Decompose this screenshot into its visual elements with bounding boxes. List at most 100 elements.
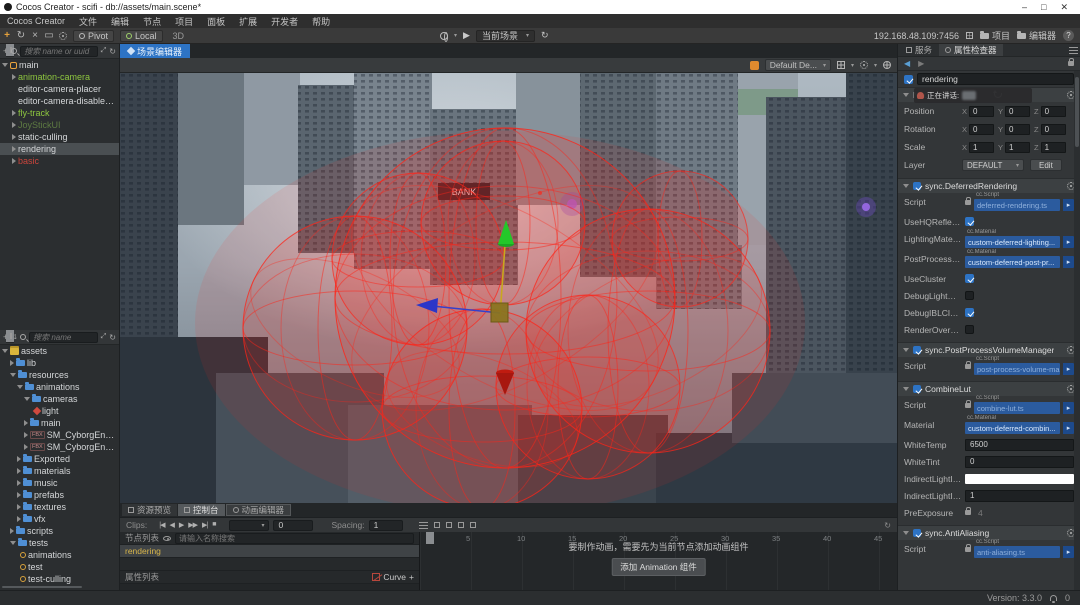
- menu-developer[interactable]: 开发者: [264, 15, 305, 28]
- asset-item-prefabs[interactable]: prefabs: [0, 489, 119, 501]
- asset-picker-icon[interactable]: ▸: [1063, 363, 1074, 375]
- rotation-z-input[interactable]: 0: [1040, 123, 1066, 135]
- collapse-arrow-icon[interactable]: [903, 184, 909, 188]
- scale-z-input[interactable]: 1: [1040, 141, 1066, 153]
- collapse-arrow-icon[interactable]: [24, 397, 30, 401]
- component-deferred-rendering[interactable]: sync.DeferredRendering: [898, 178, 1080, 193]
- rect-tool-icon[interactable]: ▭: [42, 30, 56, 41]
- history-forward-button[interactable]: ▶: [918, 59, 924, 68]
- menu-help[interactable]: 帮助: [305, 15, 337, 28]
- asset-item-scripts[interactable]: scripts: [0, 525, 119, 537]
- layer-edit-button[interactable]: Edit: [1030, 159, 1062, 171]
- white-temp-input[interactable]: 6500: [965, 438, 1074, 451]
- lock-icon[interactable]: [1068, 58, 1074, 66]
- render-overdraw-checkbox[interactable]: [965, 325, 974, 334]
- expand-arrow-icon[interactable]: [12, 134, 16, 140]
- menu-node[interactable]: 节点: [136, 15, 168, 28]
- trash-icon[interactable]: [445, 521, 452, 528]
- collapse-arrow-icon[interactable]: [10, 373, 16, 377]
- eye-icon[interactable]: [163, 535, 172, 541]
- tab-animation-editor[interactable]: 动画编辑器: [225, 504, 292, 516]
- collapse-arrow-icon[interactable]: [903, 387, 909, 391]
- view-mode-dropdown[interactable]: Default De... ▾: [764, 59, 831, 71]
- collapse-arrow-icon[interactable]: [903, 348, 909, 352]
- script-asset-field[interactable]: anti-aliasing.ts: [974, 546, 1060, 558]
- hierarchy-item-editor-camera-disable-helper[interactable]: editor-camera-disable-helper: [0, 95, 119, 107]
- node-active-checkbox[interactable]: [904, 74, 913, 84]
- asset-item-sm-cyborgenemy01[interactable]: FBX SM_CyborgEnemy01_ba: [0, 429, 119, 441]
- curve-icon[interactable]: [372, 573, 381, 581]
- menu-panel[interactable]: 面板: [200, 15, 232, 28]
- asset-picker-icon[interactable]: ▸: [1063, 422, 1074, 434]
- menu-project[interactable]: 项目: [168, 15, 200, 28]
- expand-arrow-icon[interactable]: [24, 420, 28, 426]
- local-button[interactable]: Local: [120, 29, 163, 42]
- search-icon[interactable]: [11, 48, 18, 54]
- menu-edit[interactable]: 编辑: [104, 15, 136, 28]
- scene-select-dropdown[interactable]: 当前场景 ▾: [475, 29, 535, 42]
- asset-item-exported[interactable]: Exported: [0, 453, 119, 465]
- collapse-arrow-icon[interactable]: [903, 531, 909, 535]
- collapse-all-icon[interactable]: ⤢: [101, 333, 107, 341]
- collapse-arrow-icon[interactable]: [2, 349, 8, 353]
- node-name-input[interactable]: [917, 73, 1074, 85]
- layout-icon[interactable]: [836, 61, 845, 69]
- component-enabled-checkbox[interactable]: [913, 529, 921, 537]
- expand-arrow-icon[interactable]: [12, 158, 16, 164]
- script-asset-field[interactable]: post-process-volume-ma...: [974, 363, 1060, 375]
- current-frame-input[interactable]: 0: [273, 519, 314, 531]
- node-filter-input[interactable]: [175, 532, 414, 544]
- animation-timeline[interactable]: 5 10 15 20 25 30 35 40 45 要制作动画，需要先为当前节点…: [420, 532, 897, 590]
- help-button[interactable]: ?: [1063, 30, 1074, 41]
- expand-arrow-icon[interactable]: [24, 432, 28, 438]
- asset-item-main[interactable]: main: [0, 417, 119, 429]
- script-asset-field[interactable]: combine-lut.ts: [974, 402, 1060, 414]
- collapse-arrow-icon[interactable]: [903, 93, 909, 97]
- collapse-arrow-icon[interactable]: [2, 63, 8, 67]
- history-back-button[interactable]: ◀: [904, 59, 910, 68]
- expand-arrow-icon[interactable]: [12, 122, 16, 128]
- tab-scene-editor[interactable]: 场景编辑器: [120, 44, 191, 58]
- reload-icon[interactable]: ↻: [884, 521, 891, 530]
- refresh-button[interactable]: ↻: [541, 30, 549, 41]
- asset-item-resources[interactable]: resources: [0, 369, 119, 381]
- play-button[interactable]: ▶: [463, 30, 470, 41]
- collapse-arrow-icon[interactable]: [17, 385, 23, 389]
- position-x-input[interactable]: 0: [969, 105, 995, 117]
- mode-3d-toggle[interactable]: 3D: [173, 31, 185, 41]
- bookmark-icon[interactable]: [433, 521, 440, 528]
- asset-item-light[interactable]: light: [0, 405, 119, 417]
- expand-arrow-icon[interactable]: [17, 504, 21, 510]
- component-combine-lut[interactable]: CombineLut: [898, 381, 1080, 396]
- next-frame-button[interactable]: ▶▶: [188, 521, 198, 529]
- debug-light-cluster-checkbox[interactable]: [965, 291, 974, 300]
- jump-last-frame-button[interactable]: ▶|: [202, 521, 208, 529]
- white-tint-input[interactable]: 0: [965, 455, 1074, 468]
- close-button[interactable]: ✕: [1060, 2, 1068, 13]
- inspector-menu-icon[interactable]: [1069, 46, 1078, 54]
- asset-item-tests-animations[interactable]: animations: [0, 549, 119, 561]
- chevron-down-icon[interactable]: ▾: [874, 62, 877, 69]
- use-hq-reflection-checkbox[interactable]: [965, 217, 974, 226]
- notifications-bell-icon[interactable]: [1049, 595, 1057, 603]
- stop-button[interactable]: ■: [212, 521, 216, 529]
- indirect-lighting-input[interactable]: 1: [965, 489, 1074, 502]
- rotation-y-input[interactable]: 0: [1005, 123, 1031, 135]
- gizmo-settings-icon[interactable]: [59, 31, 67, 40]
- preview-browser-icon[interactable]: [440, 31, 448, 42]
- tab-asset-preview[interactable]: 资源预览: [122, 504, 178, 516]
- animation-node-rendering[interactable]: rendering: [120, 545, 419, 558]
- hierarchy-item-static-culling[interactable]: static-culling: [0, 131, 119, 143]
- browser-chevron-icon[interactable]: ▾: [454, 32, 457, 39]
- hierarchy-item-rendering[interactable]: rendering: [0, 143, 119, 155]
- expand-arrow-icon[interactable]: [10, 528, 14, 534]
- play-animation-button[interactable]: ▶: [179, 521, 184, 529]
- scene-viewport[interactable]: BANK: [120, 73, 897, 503]
- expand-arrow-icon[interactable]: [17, 468, 21, 474]
- hierarchy-item-basic[interactable]: basic: [0, 155, 119, 167]
- assets-search-input[interactable]: [29, 331, 98, 343]
- rotate-tool-icon[interactable]: ↻: [14, 30, 28, 41]
- inspector-scrollbar[interactable]: [1074, 71, 1080, 590]
- component-post-process-volume-manager[interactable]: sync.PostProcessVolumeManager: [898, 342, 1080, 357]
- collapse-arrow-icon[interactable]: [10, 541, 16, 545]
